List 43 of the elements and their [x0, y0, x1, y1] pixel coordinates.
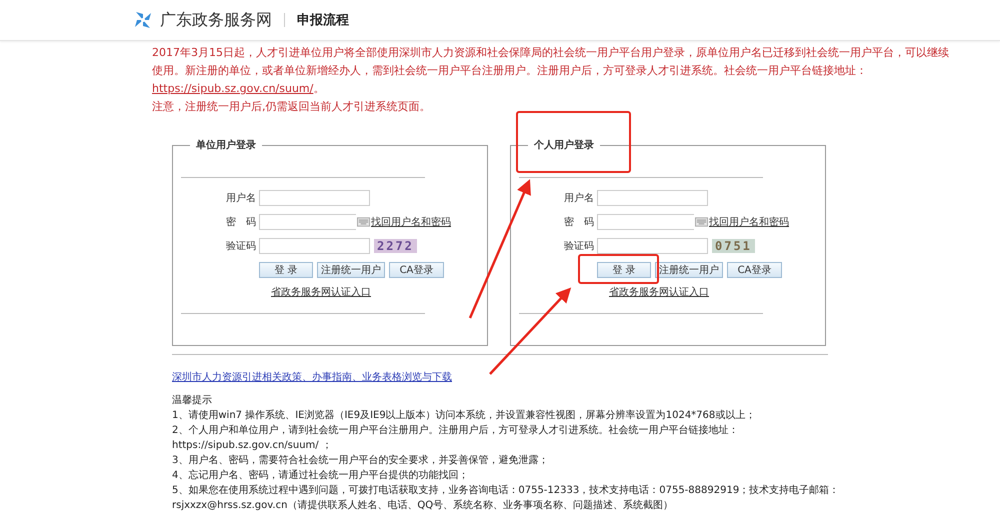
- field-label: 密 码: [225, 216, 257, 229]
- tip-text: rsjxxzx@hrss.sz.gov.cn（请提供联系人姓名、电话、QQ号、系统名称、业务事项名称、问题描述、系统截图）: [172, 498, 674, 511]
- login-button[interactable]: 注册统一用户: [655, 262, 723, 278]
- tip-text: 1、请使用win7 操作系统、IE浏览器（IE9及IE9以上版本）访问本系统，并设置兼容性视图，屏幕分辨率设置为1024*768或以上；: [172, 408, 756, 423]
- field-label: 用户名: [225, 192, 257, 205]
- captcha-image[interactable]: 0751: [712, 239, 755, 253]
- username-field[interactable]: [597, 190, 708, 206]
- username-field[interactable]: [259, 190, 370, 206]
- tip-text: 2、个人用户和单位用户，请到社会统一用户平台注册用户。注册用户后，方可登录人才引进系统。社会统一用户平台链接地址：: [172, 424, 740, 438]
- field-label: 验证码: [225, 240, 257, 253]
- recover-link[interactable]: 找回用户名和密码: [709, 215, 789, 229]
- panel-title: 单位用户登录: [195, 138, 257, 152]
- captcha-field[interactable]: [259, 238, 370, 254]
- keyboard-icon[interactable]: [357, 217, 370, 227]
- tip-text: 4、忘记用户名、密码，请通过社会统一用户平台提供的功能找回；: [172, 468, 470, 483]
- tip-text: https://sipub.sz.gov.cn/suum/ ；: [172, 439, 333, 453]
- notice-note: 注意，注册统一用户后,仍需返回当前人才引进系统页面。: [152, 99, 432, 115]
- site-name: 广东政务服务网: [160, 10, 272, 30]
- platform-link[interactable]: https://sipub.sz.gov.cn/suum/: [152, 82, 314, 95]
- field-label: 用户名: [563, 192, 595, 205]
- portal-link[interactable]: 省政务服务网认证入口: [265, 287, 377, 298]
- page-title: 申报流程: [297, 12, 349, 29]
- tips-title: 温馨提示: [172, 394, 213, 408]
- login-button[interactable]: 登 录: [259, 262, 313, 278]
- resources-link[interactable]: 深圳市人力资源引进相关政策、办事指南、业务表格浏览与下载: [172, 370, 452, 384]
- login-button[interactable]: CA登录: [389, 262, 444, 278]
- keyboard-icon[interactable]: [695, 217, 708, 227]
- panel-title: 个人用户登录: [533, 138, 595, 152]
- captcha-field[interactable]: [597, 238, 708, 254]
- pinwheel-logo-icon: [133, 10, 153, 30]
- portal-link[interactable]: 省政务服务网认证入口: [603, 287, 715, 298]
- login-button[interactable]: CA登录: [727, 262, 782, 278]
- recover-link[interactable]: 找回用户名和密码: [371, 215, 451, 229]
- tip-text: 5、如果您在使用系统过程中遇到问题，可拨打电话获取支持，业务咨询电话：0755-12333，技术支持电话：0755-88892919；技术支持电子邮箱：: [172, 484, 840, 498]
- notice-text: 2017年3月15日起，人才引进单位用户将全部使用深圳市人力资源和社会保障局的社会统一用户平台用户登录，原单位用户名已迁移到社会统一用户平台，可以继续使用。新注册的单位，或者单位新增经办人，需到社会统一用户平台注册用户。注册用户后，方可登录人才引进系统。社会统一用户平台链接地址： https://sipub.sz.gov.cn/suum/。: [152, 45, 950, 97]
- login-button[interactable]: 注册统一用户: [317, 262, 385, 278]
- password-field[interactable]: [259, 214, 356, 230]
- field-label: 验证码: [563, 240, 595, 253]
- tip-text: 3、用户名、密码，需要符合社会统一用户平台的安全要求，并妥善保管，避免泄露；: [172, 454, 550, 468]
- captcha-image[interactable]: 2272: [374, 239, 417, 253]
- login-button[interactable]: 登 录: [597, 262, 651, 278]
- field-label: 密 码: [563, 216, 595, 229]
- password-field[interactable]: [597, 214, 694, 230]
